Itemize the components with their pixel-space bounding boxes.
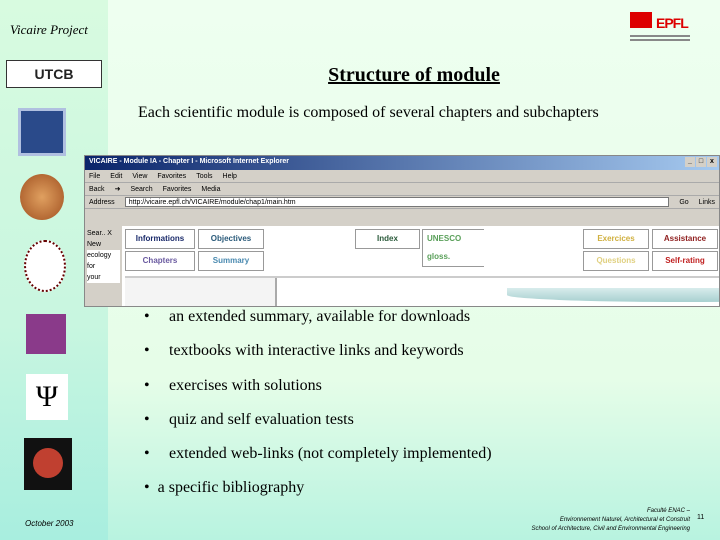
epfl-logo: EPFL <box>630 12 690 44</box>
nav-assistance[interactable]: Assistance <box>652 229 718 249</box>
address-input[interactable]: http://vicaire.epfl.ch/VICAIRE/module/ch… <box>124 197 670 207</box>
toolbar: Back ➜ Search Favorites Media <box>85 183 719 196</box>
list-item-text: textbooks with interactive links and key… <box>169 342 464 360</box>
menu-bar: File Edit View Favorites Tools Help <box>85 170 719 183</box>
medal-logo <box>20 174 64 220</box>
list-item-text: extended web-links (not completely imple… <box>169 445 492 463</box>
address-bar: Address http://vicaire.epfl.ch/VICAIRE/m… <box>85 196 719 209</box>
menu-tools[interactable]: Tools <box>196 173 212 180</box>
content-frame <box>125 276 719 306</box>
back-button[interactable]: Back <box>89 186 105 193</box>
search-text: ecology <box>87 250 120 261</box>
favorites-button[interactable]: Favorites <box>163 186 192 193</box>
trident-logo: Ψ <box>26 374 68 420</box>
menu-file[interactable]: File <box>89 173 100 180</box>
list-item-text: an extended summary, available for downl… <box>169 308 471 325</box>
search-pane-title: Sear.. X <box>87 230 112 237</box>
browser-screenshot: VICAIRE - Module IA - Chapter I - Micros… <box>84 155 720 307</box>
list-item-text: a specific bibliography <box>157 479 305 496</box>
nav-informations[interactable]: Informations <box>125 229 195 249</box>
nav-questions[interactable]: Questions <box>583 251 649 271</box>
seal-logo <box>24 240 66 292</box>
footer-line: School of Architecture, Civil and Enviro… <box>531 526 690 532</box>
emblem-logo <box>24 438 72 490</box>
footer-line: Environnement Naturel, Architectural et … <box>559 517 690 523</box>
nav-chapters[interactable]: Chapters <box>125 251 195 271</box>
list-item: • quiz and self evaluation tests <box>144 411 492 445</box>
search-text: for <box>87 261 120 272</box>
banner-wave <box>507 288 719 302</box>
list-item: • textbooks with interactive links and ke… <box>144 342 492 376</box>
nav-self-rating[interactable]: Self-rating <box>652 251 718 271</box>
page-number: 11 <box>697 514 705 521</box>
list-item: • exercises with solutions <box>144 377 492 411</box>
feature-list: • an extended summary, available for down… <box>144 308 492 479</box>
media-button[interactable]: Media <box>201 186 220 193</box>
slide-subtitle: Each scientific module is composed of se… <box>138 104 599 121</box>
menu-view[interactable]: View <box>132 173 147 180</box>
window-title: VICAIRE - Module IA - Chapter I - Micros… <box>89 158 290 165</box>
list-item: • an extended summary, available for down… <box>144 308 492 342</box>
nav-summary[interactable]: Summary <box>198 251 264 271</box>
minimize-icon[interactable]: _ <box>685 157 695 167</box>
project-label: Vicaire Project <box>10 22 88 37</box>
search-button[interactable]: Search <box>130 186 152 193</box>
list-item-text: exercises with solutions <box>169 376 322 394</box>
forward-icon[interactable]: ➜ <box>115 185 121 193</box>
footer-faculty: Faculté ENAC – Environnement Naturel, Ar… <box>531 507 690 534</box>
nav-index[interactable]: Index <box>355 229 420 249</box>
nav-unesco[interactable]: UNESCO gloss. <box>422 229 484 267</box>
menu-favorites[interactable]: Favorites <box>157 173 186 180</box>
nav-exercices[interactable]: Exercices <box>583 229 649 249</box>
nav-objectives[interactable]: Objectives <box>198 229 264 249</box>
slide-title: Structure of module <box>328 64 500 86</box>
address-label: Address <box>89 198 115 206</box>
close-icon[interactable]: x <box>707 157 717 167</box>
list-item: • a specific bibliography <box>144 479 305 496</box>
list-item-text: quiz and self evaluation tests <box>169 410 354 428</box>
new-button[interactable]: New <box>87 239 120 250</box>
maximize-icon[interactable]: □ <box>696 157 706 167</box>
menu-help[interactable]: Help <box>223 173 237 180</box>
menu-edit[interactable]: Edit <box>110 173 122 180</box>
university-logo <box>18 108 66 156</box>
go-button[interactable]: Go <box>679 199 688 206</box>
list-item: • extended web-links (not completely impl… <box>144 445 492 479</box>
search-pane: Sear.. X New ecology for your <box>85 226 122 306</box>
crest-logo <box>26 314 66 354</box>
footer-line: Faculté ENAC – <box>646 508 690 514</box>
footer-date: October 2003 <box>25 519 74 528</box>
search-text: your <box>87 272 120 283</box>
links-button[interactable]: Links <box>699 199 715 206</box>
